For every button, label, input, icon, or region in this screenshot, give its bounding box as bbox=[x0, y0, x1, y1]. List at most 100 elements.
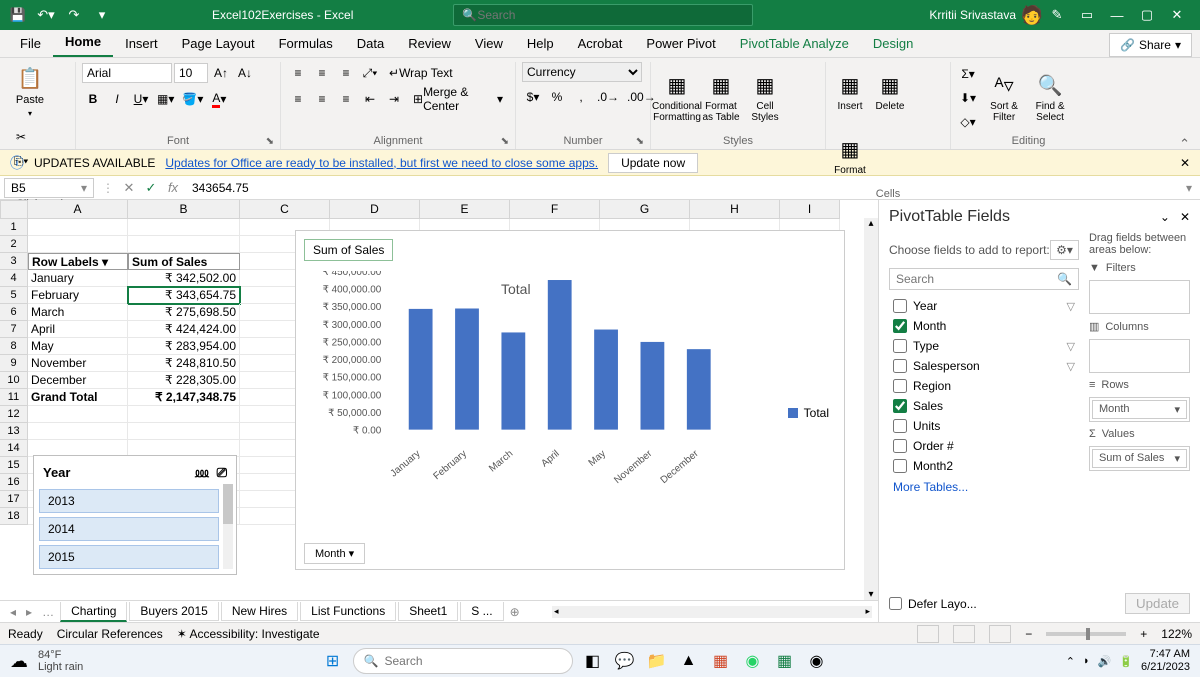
merge-center-button[interactable]: ⊞ Merge & Center ▾ bbox=[407, 88, 509, 110]
cut-icon[interactable]: ✂ bbox=[10, 126, 32, 148]
font-name-select[interactable] bbox=[82, 63, 172, 83]
slicer-item-2015[interactable]: 2015 bbox=[39, 545, 219, 569]
tab-help[interactable]: Help bbox=[515, 30, 566, 57]
cell-B7[interactable]: ₹ 424,424.00 bbox=[128, 321, 240, 338]
align-middle-icon[interactable]: ≡ bbox=[311, 62, 333, 84]
clock[interactable]: 7:47 AM6/21/2023 bbox=[1141, 648, 1190, 674]
search-bar[interactable]: 🔍 bbox=[453, 4, 753, 26]
tab-home[interactable]: Home bbox=[53, 28, 113, 57]
defer-layout-checkbox[interactable] bbox=[889, 597, 902, 610]
alignment-launcher[interactable]: ⬊ bbox=[501, 136, 509, 147]
paste-button[interactable]: 📋Paste▾ bbox=[10, 62, 50, 122]
sheet-nav-left[interactable]: ◂ bbox=[6, 605, 20, 619]
vlc-icon[interactable]: ▲ bbox=[677, 649, 701, 673]
cell-A13[interactable] bbox=[28, 423, 128, 440]
filters-zone[interactable] bbox=[1089, 280, 1190, 314]
increase-indent-icon[interactable]: ⇥ bbox=[383, 88, 405, 110]
filter-icon[interactable]: ▽ bbox=[1066, 340, 1074, 353]
start-icon[interactable]: ⊞ bbox=[321, 649, 345, 673]
tab-acrobat[interactable]: Acrobat bbox=[566, 30, 635, 57]
name-box[interactable]: B5▾ bbox=[4, 178, 94, 198]
fill-icon[interactable]: ⬇▾ bbox=[957, 87, 979, 109]
pivot-chart[interactable]: Sum of Sales Total ₹ 450,000.00₹ 400,000… bbox=[295, 230, 845, 570]
sheet-tab-listfunctions[interactable]: List Functions bbox=[300, 602, 396, 621]
collapse-ribbon-icon[interactable]: ⌃ bbox=[1175, 132, 1194, 156]
italic-button[interactable]: I bbox=[106, 88, 128, 110]
update-now-button[interactable]: Update now bbox=[608, 153, 698, 173]
tab-page-layout[interactable]: Page Layout bbox=[170, 30, 267, 57]
cell-A12[interactable] bbox=[28, 406, 128, 423]
tab-pivottable-analyze[interactable]: PivotTable Analyze bbox=[728, 30, 861, 57]
redo-icon[interactable]: ↷ bbox=[64, 5, 84, 25]
page-break-view-icon[interactable] bbox=[989, 625, 1011, 643]
field-item-month2[interactable]: Month2 bbox=[889, 456, 1079, 476]
rows-zone-item[interactable]: Month▾ bbox=[1092, 400, 1187, 419]
updates-close-icon[interactable]: ✕ bbox=[1180, 156, 1190, 170]
tab-data[interactable]: Data bbox=[345, 30, 396, 57]
font-color-button[interactable]: A▾ bbox=[208, 88, 230, 110]
month-field-button[interactable]: Month ▾ bbox=[304, 543, 365, 564]
excel-icon[interactable]: ▦ bbox=[773, 649, 797, 673]
field-item-salesperson[interactable]: Salesperson▽ bbox=[889, 356, 1079, 376]
pane-collapse-icon[interactable]: ⌄ bbox=[1160, 210, 1170, 224]
tab-power-pivot[interactable]: Power Pivot bbox=[634, 30, 727, 57]
slicer-scrollbar[interactable] bbox=[223, 484, 233, 569]
zoom-level[interactable]: 122% bbox=[1161, 627, 1192, 641]
cell-A10[interactable]: December bbox=[28, 372, 128, 389]
clear-filter-icon[interactable]: ⎚ bbox=[217, 465, 227, 480]
bold-button[interactable]: B bbox=[82, 88, 104, 110]
cell-B8[interactable]: ₹ 283,954.00 bbox=[128, 338, 240, 355]
sheet-nav-right[interactable]: ▸ bbox=[22, 605, 36, 619]
status-accessibility[interactable]: ✶ Accessibility: Investigate bbox=[177, 627, 320, 641]
number-format-select[interactable]: Currency bbox=[522, 62, 642, 82]
close-button[interactable]: ✕ bbox=[1162, 0, 1192, 30]
wrap-text-button[interactable]: ↵ Wrap Text bbox=[383, 62, 459, 84]
status-circular[interactable]: Circular References bbox=[57, 627, 163, 641]
cell-A11[interactable]: Grand Total bbox=[28, 389, 128, 406]
fill-color-button[interactable]: 🪣▾ bbox=[179, 88, 206, 110]
tab-view[interactable]: View bbox=[463, 30, 515, 57]
chart-title[interactable]: Sum of Sales bbox=[304, 239, 393, 261]
more-tables-link[interactable]: More Tables... bbox=[889, 476, 1079, 498]
avatar[interactable]: 🧑 bbox=[1022, 5, 1042, 25]
minimize-button[interactable]: — bbox=[1102, 0, 1132, 30]
field-item-month[interactable]: Month bbox=[889, 316, 1079, 336]
filter-icon[interactable]: ▽ bbox=[1066, 300, 1074, 313]
tab-insert[interactable]: Insert bbox=[113, 30, 170, 57]
delete-cells-button[interactable]: ▦Delete bbox=[872, 62, 908, 122]
normal-view-icon[interactable] bbox=[917, 625, 939, 643]
sheet-tab-buyers[interactable]: Buyers 2015 bbox=[129, 602, 218, 621]
rows-zone[interactable]: Month▾ bbox=[1089, 397, 1190, 422]
align-center-icon[interactable]: ≡ bbox=[311, 88, 333, 110]
explorer-icon[interactable]: 📁 bbox=[645, 649, 669, 673]
insert-cells-button[interactable]: ▦Insert bbox=[832, 62, 868, 122]
decrease-indent-icon[interactable]: ⇤ bbox=[359, 88, 381, 110]
field-item-region[interactable]: Region bbox=[889, 376, 1079, 396]
conditional-formatting-button[interactable]: ▦Conditional Formatting bbox=[657, 68, 697, 128]
vertical-scrollbar[interactable]: ▴▾ bbox=[864, 218, 878, 600]
system-tray-up-icon[interactable]: ⌃ bbox=[1066, 655, 1075, 668]
tab-design[interactable]: Design bbox=[861, 30, 925, 57]
align-top-icon[interactable]: ≡ bbox=[287, 62, 309, 84]
underline-button[interactable]: U▾ bbox=[130, 88, 152, 110]
taskbar-search[interactable]: 🔍 bbox=[353, 648, 573, 674]
cell-styles-button[interactable]: ▦Cell Styles bbox=[745, 68, 785, 128]
expand-formula-icon[interactable]: ▾ bbox=[1178, 181, 1200, 195]
field-item-units[interactable]: Units bbox=[889, 416, 1079, 436]
powerpoint-icon[interactable]: ▦ bbox=[709, 649, 733, 673]
cell-A4[interactable]: January bbox=[28, 270, 128, 287]
sort-filter-button[interactable]: ᴬ▿Sort & Filter bbox=[983, 68, 1025, 128]
battery-icon[interactable]: 🔋 bbox=[1119, 655, 1133, 668]
task-view-icon[interactable]: ◧ bbox=[581, 649, 605, 673]
font-size-select[interactable] bbox=[174, 63, 208, 83]
field-item-type[interactable]: Type▽ bbox=[889, 336, 1079, 356]
field-item-year[interactable]: Year▽ bbox=[889, 296, 1079, 316]
page-layout-view-icon[interactable] bbox=[953, 625, 975, 643]
weather-icon[interactable]: ☁ bbox=[10, 651, 28, 672]
fields-search[interactable]: 🔍 bbox=[889, 268, 1079, 290]
borders-button[interactable]: ▦▾ bbox=[154, 88, 177, 110]
undo-icon[interactable]: ↶▾ bbox=[36, 5, 56, 25]
sheet-nav-more[interactable]: … bbox=[38, 605, 58, 619]
cell-A3[interactable]: Row Labels ▾ bbox=[28, 253, 128, 270]
zoom-in-icon[interactable]: + bbox=[1140, 627, 1147, 641]
